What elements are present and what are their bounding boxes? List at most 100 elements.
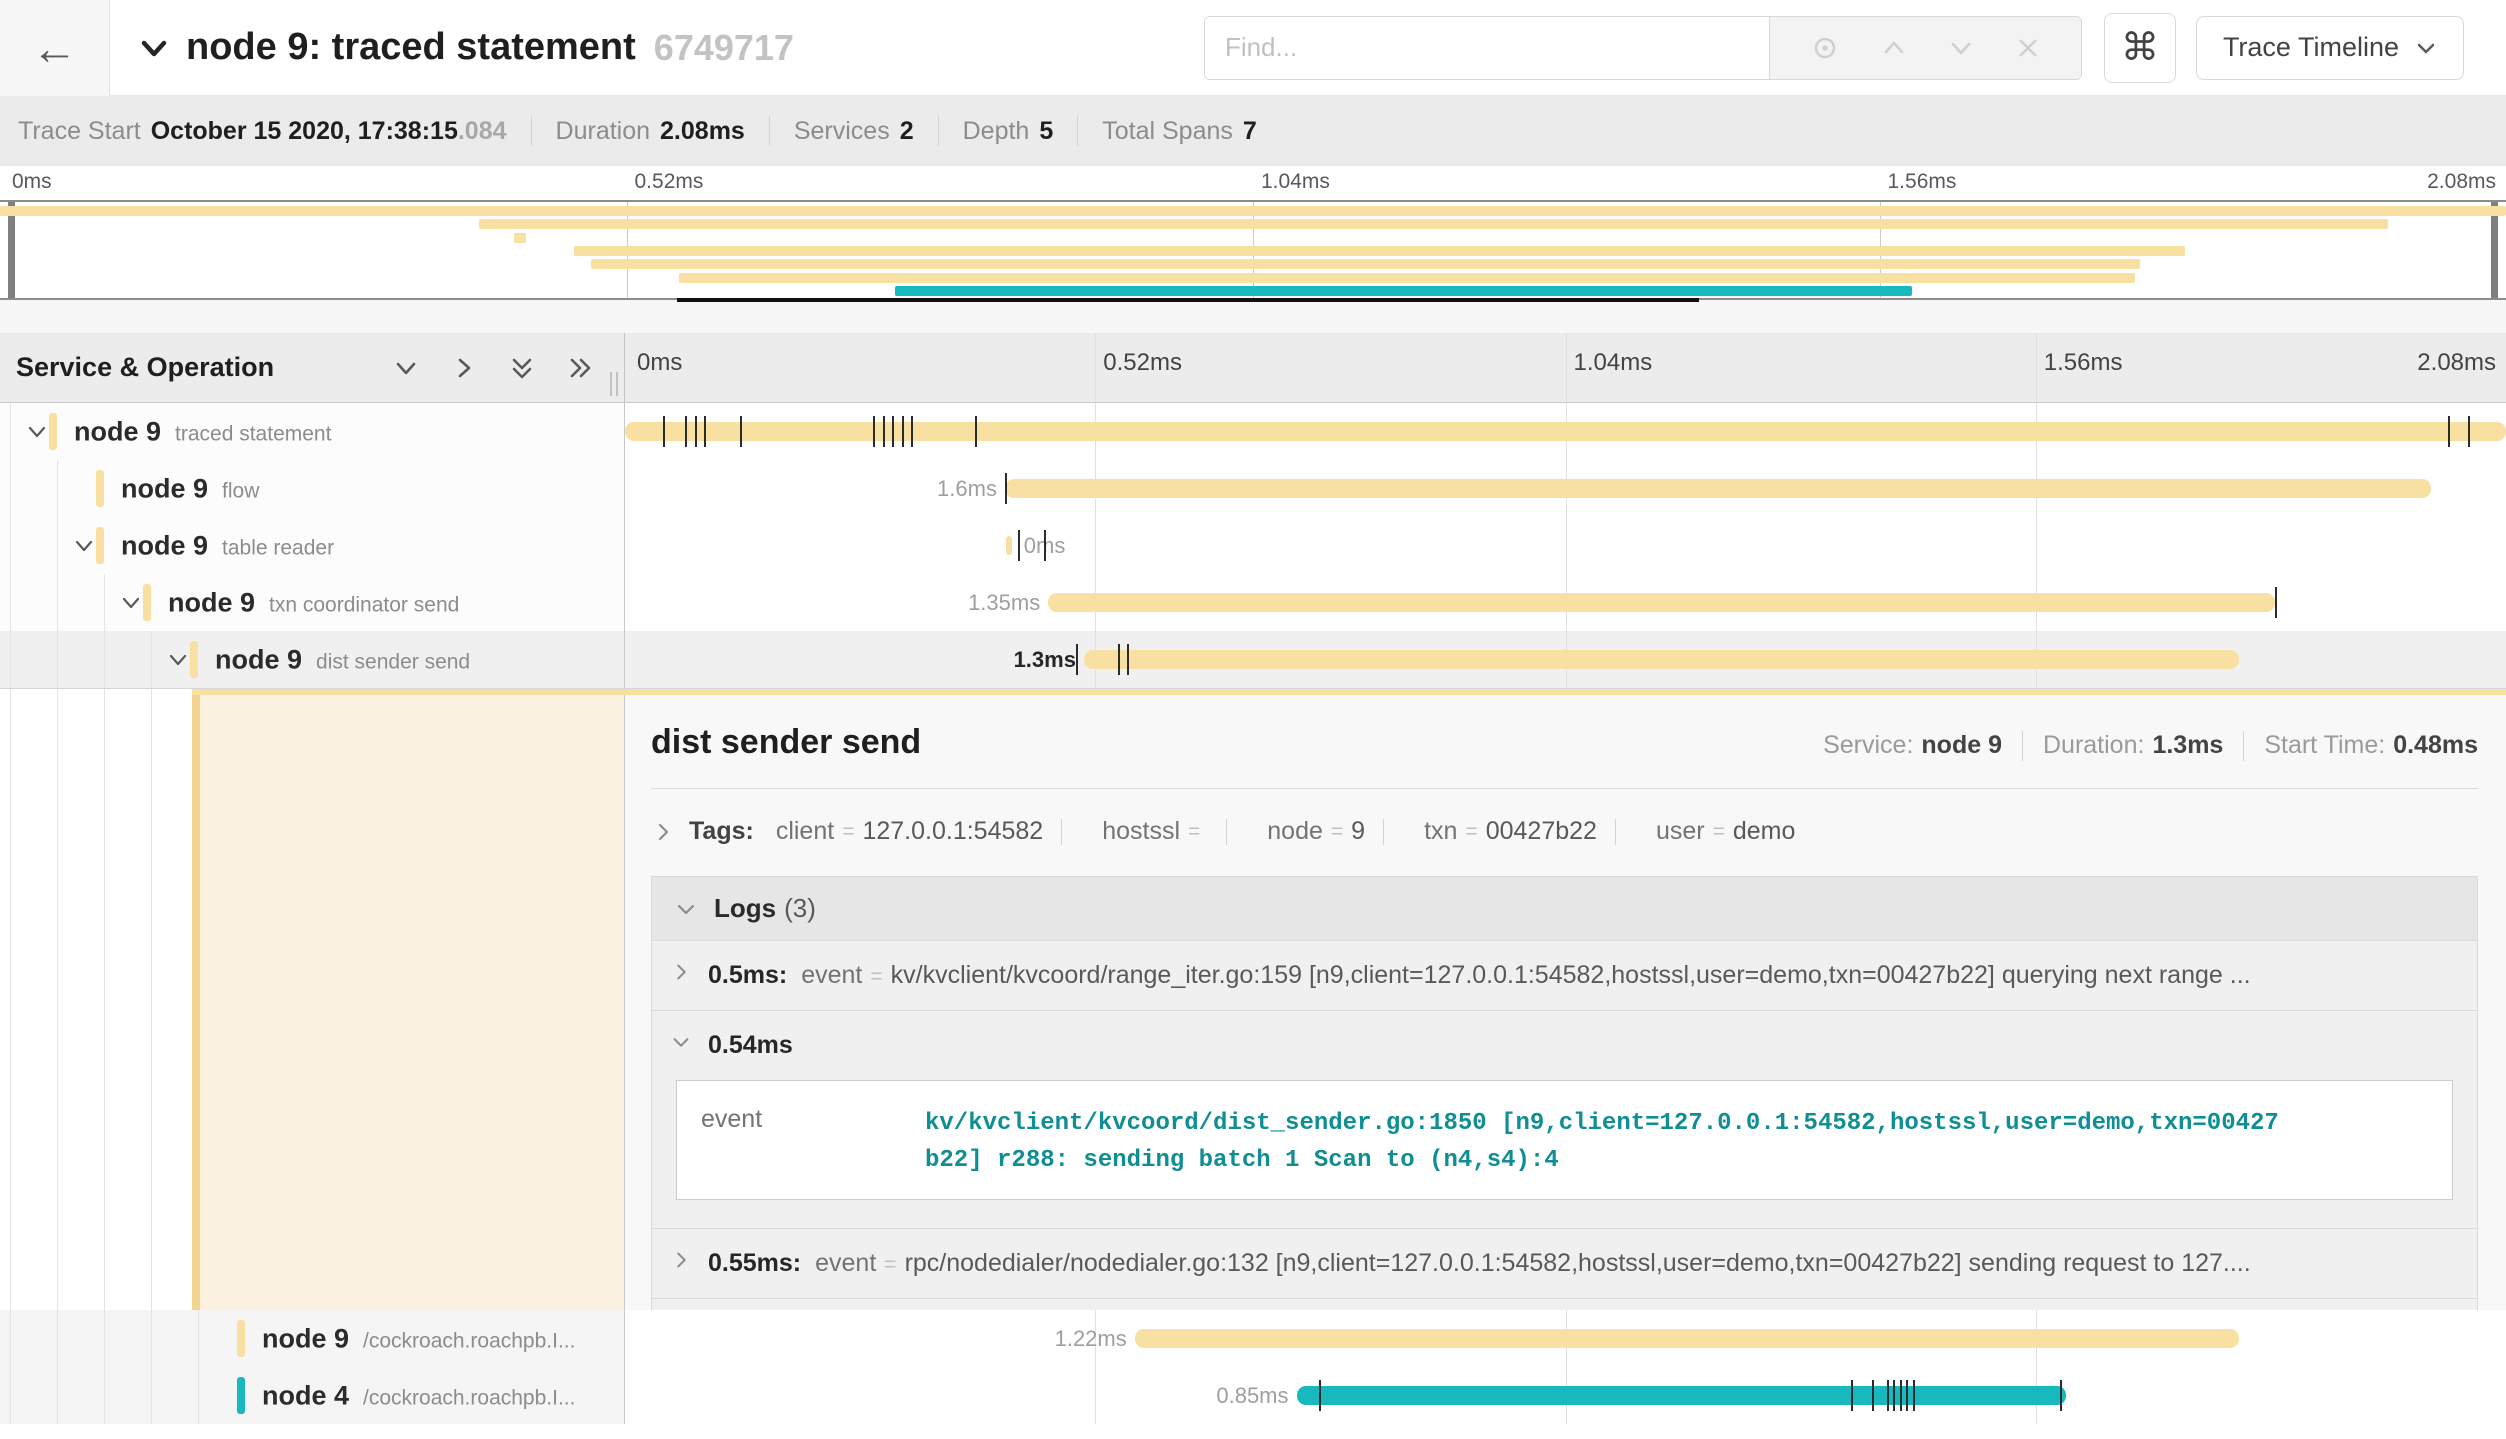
log-field-key: event	[815, 1249, 876, 1278]
find-input[interactable]	[1205, 17, 1769, 79]
span-color-stripe	[192, 689, 200, 1310]
span-names: node 4/cockroach.roachpb.I...	[262, 1380, 575, 1411]
minimap-right-scrubber[interactable]	[2491, 202, 2498, 298]
tag-key: txn	[1424, 817, 1457, 846]
service-name: node 9	[121, 473, 208, 503]
span-timeline-cell[interactable]: 1.3ms	[625, 631, 2506, 688]
span-timeline-cell[interactable]: 0ms	[625, 517, 2506, 574]
log-marker-tick	[704, 416, 706, 447]
log-kv-key: event	[677, 1105, 925, 1179]
tag-value: 9	[1351, 817, 1365, 846]
tree-guide-line	[198, 1310, 199, 1367]
span-row[interactable]: node 4/cockroach.roachpb.I... 0.85ms	[0, 1367, 2506, 1424]
service-color-bar	[190, 641, 198, 678]
span-tree-chevron-icon[interactable]	[165, 647, 191, 673]
span-bar[interactable]	[1048, 593, 2274, 612]
services-value: 2	[900, 117, 914, 146]
span-row[interactable]: node 9table reader0ms	[0, 517, 2506, 574]
tag-equals: =	[1713, 820, 1725, 844]
span-row[interactable]: node 9/cockroach.roachpb.I...1.22ms	[0, 1310, 2506, 1367]
span-name-cell[interactable]: node 9flow	[0, 460, 625, 517]
span-name-cell[interactable]: node 4/cockroach.roachpb.I...	[0, 1367, 625, 1424]
span-tree-chevron-icon[interactable]	[71, 533, 97, 559]
tags-row[interactable]: Tags: client=127.0.0.1:54582hostssl=node…	[651, 817, 2478, 846]
span-row[interactable]: node 9txn coordinator send1.35ms	[0, 574, 2506, 631]
minimap-span-bar	[0, 206, 2506, 216]
detail-start-value: 0.48ms	[2393, 731, 2478, 760]
span-detail-panel: dist sender send Service: node 9 Duratio…	[625, 689, 2506, 1310]
span-name-cell[interactable]: node 9table reader	[0, 517, 625, 574]
span-bar[interactable]	[1006, 536, 1013, 555]
tags-expand-icon[interactable]	[651, 820, 675, 844]
span-names: node 9dist sender send	[215, 644, 470, 675]
span-bar[interactable]	[625, 422, 2506, 441]
logs-header[interactable]: Logs (3)	[652, 877, 2477, 940]
span-names: node 9flow	[121, 473, 259, 504]
locate-icon[interactable]	[1810, 33, 1840, 63]
clear-search-icon[interactable]	[2015, 35, 2041, 61]
log-marker-tick	[1893, 1380, 1895, 1411]
log-marker-tick	[1118, 644, 1120, 675]
log-entry-3[interactable]: 0.55ms: event = rpc/nodedialer/nodediale…	[652, 1228, 2477, 1298]
log-marker-tick	[975, 416, 977, 447]
log-marker-tick	[1900, 1380, 1902, 1411]
span-bar[interactable]	[1084, 650, 2239, 669]
log-timestamp: 0.5ms:	[708, 961, 787, 990]
span-name-cell[interactable]: node 9dist sender send	[0, 631, 625, 688]
keyboard-shortcuts-button[interactable]: ⌘	[2104, 13, 2176, 83]
expand-all-icon[interactable]	[564, 352, 596, 384]
span-tree-chevron-icon[interactable]	[24, 419, 50, 445]
command-icon: ⌘	[2121, 25, 2159, 70]
collapse-one-icon[interactable]	[390, 352, 422, 384]
log-marker-tick	[1887, 1380, 1889, 1411]
log-entry-2[interactable]: 0.54ms event kv/kvclient/kvcoord/dist_se…	[652, 1010, 2477, 1228]
logs-section: Logs (3) 0.5ms: event = kv/kvclient/kvco…	[651, 876, 2478, 1359]
span-duration-label: 1.6ms	[937, 476, 1005, 502]
expand-one-icon[interactable]	[448, 352, 480, 384]
minimap-canvas[interactable]	[0, 200, 2506, 300]
span-tree-chevron-icon[interactable]	[118, 590, 144, 616]
timeline-gridline	[2036, 333, 2037, 402]
span-name-cell[interactable]: node 9/cockroach.roachpb.I...	[0, 1310, 625, 1367]
log-marker-tick	[2448, 416, 2450, 447]
span-row[interactable]: node 9dist sender send 1.3ms	[0, 631, 2506, 688]
log-entry-1[interactable]: 0.5ms: event = kv/kvclient/kvcoord/range…	[652, 940, 2477, 1010]
view-selector-button[interactable]: Trace Timeline	[2196, 16, 2464, 80]
service-color-bar	[96, 527, 104, 564]
span-timeline-cell[interactable]: 1.22ms	[625, 1310, 2506, 1367]
log-expand-icon	[670, 961, 692, 983]
total-spans-label: Total Spans	[1102, 117, 1233, 146]
prev-match-icon[interactable]	[1880, 34, 1908, 62]
span-timeline-cell[interactable]: 1.35ms	[625, 574, 2506, 631]
ruler-time-label: 0ms	[12, 170, 52, 194]
operation-name: /cockroach.roachpb.I...	[363, 1386, 575, 1409]
minimap-left-scrubber[interactable]	[8, 202, 15, 298]
detail-duration-label: Duration:	[2043, 731, 2144, 760]
span-timeline-cell[interactable]: 1.6ms	[625, 460, 2506, 517]
span-timeline-cell[interactable]: 0.85ms	[625, 1367, 2506, 1424]
trace-collapse-chevron-icon[interactable]	[134, 28, 174, 68]
span-detail-row: dist sender send Service: node 9 Duratio…	[0, 688, 2506, 1310]
span-bar[interactable]	[1135, 1329, 2239, 1348]
span-timeline-cell[interactable]	[625, 403, 2506, 460]
span-row[interactable]: node 9traced statement	[0, 403, 2506, 460]
log-marker-tick	[873, 416, 875, 447]
minimap-span-bar	[679, 273, 2135, 283]
span-bar[interactable]	[1005, 479, 2431, 498]
column-resize-grip[interactable]	[610, 372, 618, 396]
collapse-all-icon[interactable]	[506, 352, 538, 384]
log-marker-tick	[740, 416, 742, 447]
log-marker-tick	[663, 416, 665, 447]
timeline-ruler: 0ms0.52ms1.04ms1.56ms2.08ms	[625, 333, 2506, 402]
ruler-time-label: 0.52ms	[1103, 349, 1182, 377]
span-bar[interactable]	[1297, 1386, 2066, 1405]
span-name-cell[interactable]: node 9traced statement	[0, 403, 625, 460]
tags-label: Tags:	[689, 817, 754, 846]
find-group	[1204, 16, 2082, 80]
back-button[interactable]: ←	[0, 0, 110, 96]
span-name-cell[interactable]: node 9txn coordinator send	[0, 574, 625, 631]
next-match-icon[interactable]	[1947, 34, 1975, 62]
tree-guide-line	[57, 631, 58, 688]
span-row[interactable]: node 9flow 1.6ms	[0, 460, 2506, 517]
log-marker-tick	[1319, 1380, 1321, 1411]
